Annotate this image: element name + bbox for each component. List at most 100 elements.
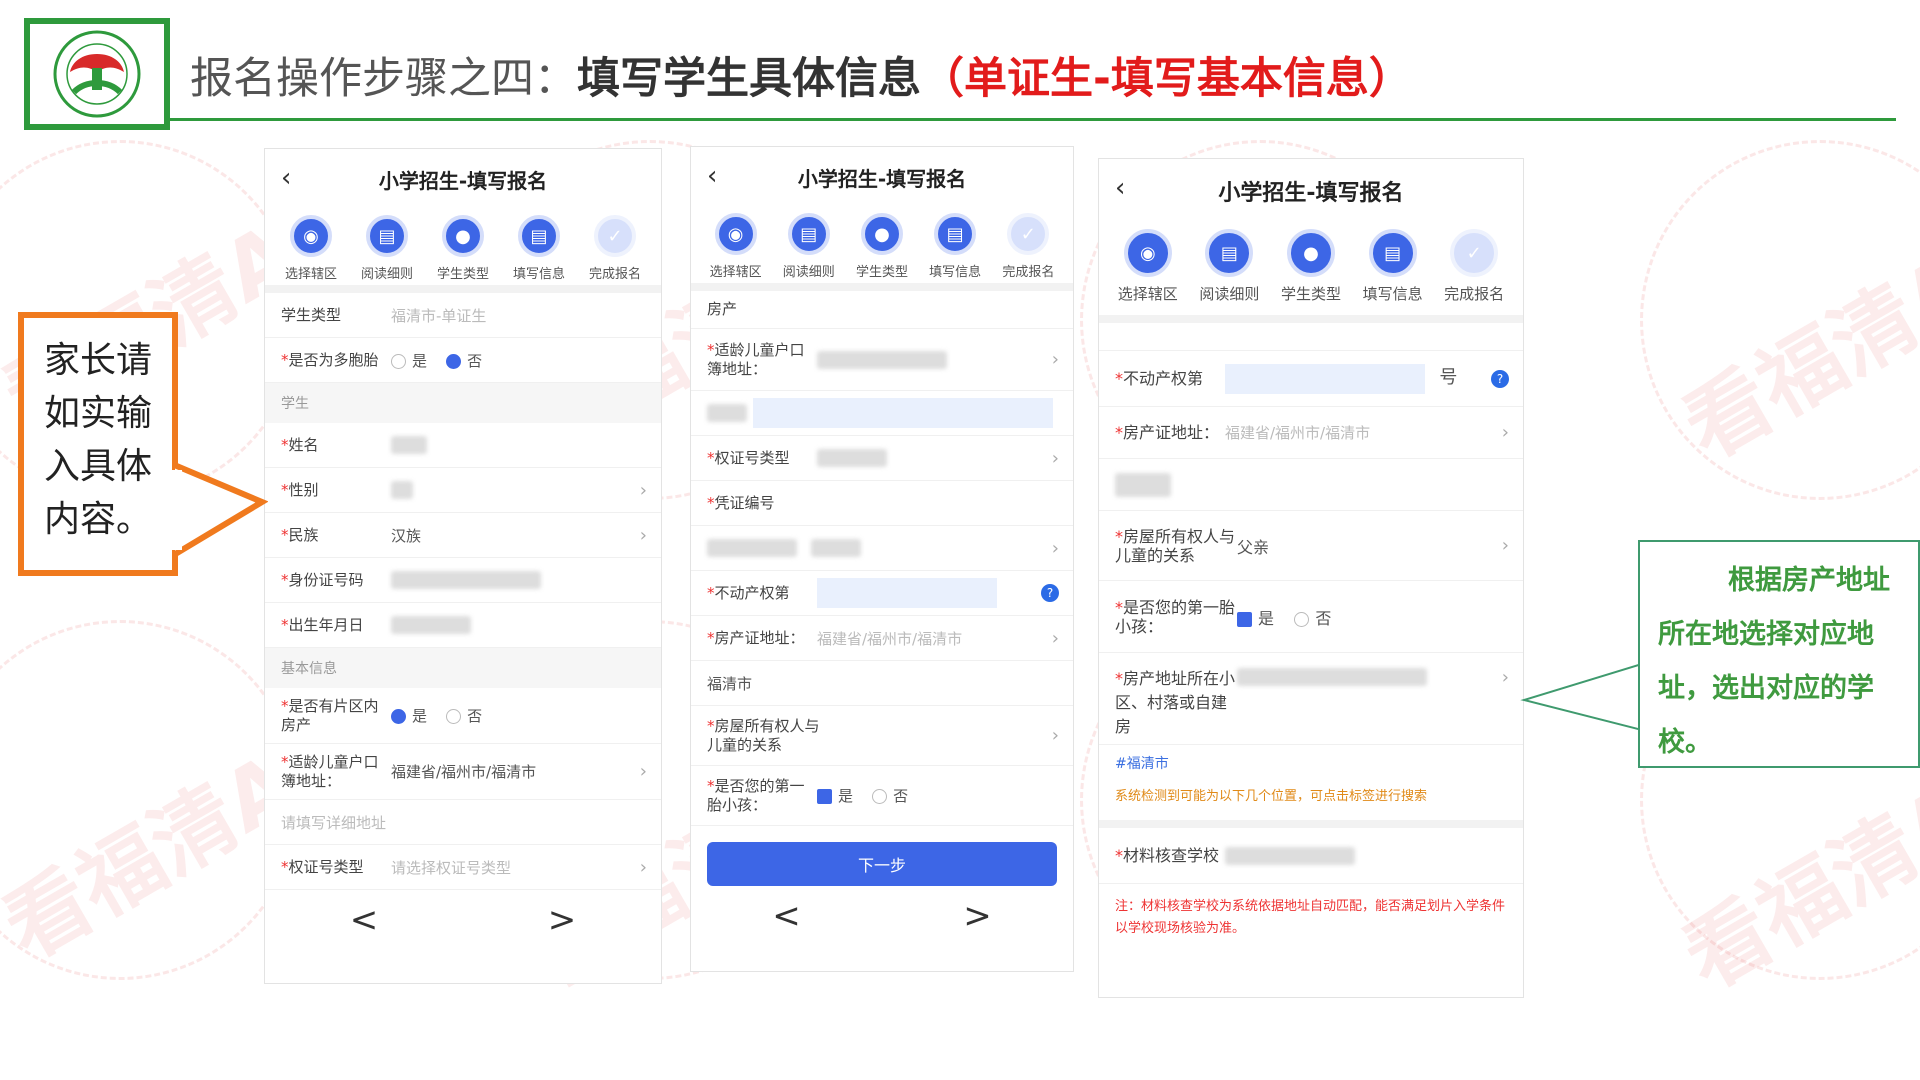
next-step-button[interactable]: 下一步 [707,842,1057,886]
callout-left: 家长请 如实输 入具体 内容。 [18,312,178,576]
panel-header: ‹ 小学招生-填写报名 [265,149,661,209]
property-number-input[interactable] [817,578,997,608]
location-tag[interactable]: #福清市 [1099,745,1523,781]
step-progress: ◉ 选择辖区 ▤ 阅读细则 ● 学生类型 ▤ 填写信息 ✓ 完成报名 [691,207,1073,291]
panel-title: 小学招生-填写报名 [797,166,967,191]
back-arrow-icon[interactable]: ‹ [281,163,291,193]
header-divider [170,118,1896,121]
step-read-rules: ▤ 阅读细则 [354,209,420,285]
row-voucher-number: *凭证编号 [691,481,1073,526]
step-fill-info: ▤ 填写信息 [506,209,572,285]
row-gender[interactable]: *性别 › [265,468,661,513]
form-icon: ▤ [518,215,560,257]
row-detail-address[interactable]: 请填写详细地址 [265,800,661,845]
school-note: 注：材料核查学校为系统依据地址自动匹配，能否满足划片入学条件以学校现场核验为准。 [1115,899,1506,936]
panel-header: ‹ 小学招生-填写报名 [691,147,1073,207]
help-icon[interactable]: ? [1491,369,1509,388]
check-icon: ✓ [1450,229,1499,277]
step-fill-info: ▤ 填写信息 [922,207,988,283]
first-child-yes-radio[interactable] [817,789,832,804]
row-ethnic[interactable]: *民族 汉族 › [265,513,661,558]
first-child-yes-radio[interactable] [1237,611,1252,627]
back-arrow-icon[interactable]: ‹ [1115,173,1125,203]
back-arrow-icon[interactable]: ‹ [707,161,717,191]
person-icon: ● [442,215,484,257]
step-student-type: ● 学生类型 [430,209,496,285]
panel-header: ‹ 小学招生-填写报名 [1099,159,1523,223]
row-detail-address[interactable] [1099,459,1523,511]
chevron-right-icon: › [639,479,647,501]
location-pin-icon: ◉ [1123,229,1172,277]
chevron-right-icon: › [1051,349,1059,370]
chevron-right-icon: › [639,761,647,782]
row-location[interactable]: *房产地址所在小区、村落或自建房 › [1099,653,1523,745]
person-icon: ● [1286,229,1335,277]
step-fill-info: ▤ 填写信息 [1360,223,1426,315]
detail-address-input[interactable]: 请填写详细地址 [281,812,647,833]
row-property-number[interactable]: *不动产权第? [691,571,1073,616]
chevron-right-icon: › [639,524,647,546]
location-pin-icon: ◉ [714,213,757,255]
check-icon: ✓ [594,215,636,257]
house-no-radio[interactable] [446,709,462,724]
title-prefix: 报名操作步骤之四： [190,54,577,104]
step-progress: ◉ 选择辖区 ▤ 阅读细则 ● 学生类型 ▤ 填写信息 ✓ 完成报名 [265,209,661,293]
step-student-type: ● 学生类型 [1278,223,1344,315]
step-select-district: ◉ 选择辖区 [703,207,769,283]
row-property-number[interactable]: *不动产权第 号? [1099,351,1523,407]
row-detail-address[interactable] [691,391,1073,436]
step-read-rules: ▤ 阅读细则 [776,207,842,283]
form-icon: ▤ [1368,229,1417,277]
next-page-button[interactable]: > [548,900,577,940]
first-child-no-radio[interactable] [872,789,888,804]
location-hint: 系统检测到可能为以下几个位置，可点击标签进行搜索 [1115,789,1428,804]
form-icon: ▤ [934,213,977,255]
pager: < > [265,890,661,950]
prev-page-button[interactable]: < [772,896,801,936]
chevron-right-icon: › [1501,422,1509,443]
row-check-school[interactable]: *材料核查学校 [1099,828,1523,884]
row-deed-address[interactable]: *房产证地址： 福建省/福州市/福清市 › [1099,407,1523,459]
house-yes-radio[interactable] [391,709,406,724]
panel-title: 小学招生-填写报名 [1218,181,1404,206]
watermark-seal [0,620,300,980]
chevron-right-icon: › [1051,447,1059,469]
panel-title: 小学招生-填写报名 [378,168,548,193]
location-pin-icon: ◉ [290,215,332,257]
document-icon: ▤ [366,215,408,257]
row-hukou-address[interactable]: *适龄儿童户口簿地址： 福建省/福州市/福清市 › [265,744,661,800]
property-number-input[interactable] [1225,363,1425,394]
first-child-no-radio[interactable] [1294,611,1310,627]
step-complete: ✓ 完成报名 [582,209,648,285]
row-deed-address[interactable]: *房产证地址： 福建省/福州市/福清市 › [691,616,1073,661]
page-title: 报名操作步骤之四：填写学生具体信息（单证生-填写基本信息） [190,44,1412,106]
row-cert-type[interactable]: *权证号类型 请选择权证号类型 › [265,845,661,890]
next-page-button[interactable]: > [963,896,992,936]
check-icon: ✓ [1007,213,1050,255]
row-house-in-district: *是否有片区内房产是 否 [265,688,661,744]
title-note: （单证生-填写基本信息） [921,54,1412,104]
row-hukou-address[interactable]: *适龄儿童户口簿地址： › [691,329,1073,391]
prev-page-button[interactable]: < [350,900,379,940]
step-select-district: ◉ 选择辖区 [278,209,344,285]
row-cert-type[interactable]: *权证号类型 › [691,436,1073,481]
row-name[interactable]: *姓名 [265,423,661,468]
step-complete: ✓ 完成报名 [995,207,1061,283]
callout-right: 根据房产地址 所在地选择对应地 址，选出对应的学 校。 [1638,540,1920,768]
twins-no-radio[interactable] [446,353,462,369]
twins-yes-radio[interactable] [391,353,406,369]
row-city: 福清市 [691,661,1073,706]
row-birthdate[interactable]: *出生年月日 [265,603,661,648]
row-id-number[interactable]: *身份证号码 [265,558,661,603]
watermark-seal [1640,140,1920,500]
row-owner-relation[interactable]: *房屋所有权人与儿童的关系 父亲 › [1099,511,1523,581]
step-progress: ◉ 选择辖区 ▤ 阅读细则 ● 学生类型 ▤ 填写信息 ✓ 完成报名 [1099,223,1523,323]
row-voucher-value[interactable]: › [691,526,1073,571]
help-icon[interactable]: ? [1041,584,1059,602]
step-read-rules: ▤ 阅读细则 [1196,223,1262,315]
callout-right-pointer [1520,662,1642,732]
row-house-partial: 房产 [691,291,1073,329]
chevron-right-icon: › [1051,537,1059,559]
detail-address-input[interactable] [753,398,1053,428]
row-owner-relation[interactable]: *房屋所有权人与儿童的关系 › [691,706,1073,766]
